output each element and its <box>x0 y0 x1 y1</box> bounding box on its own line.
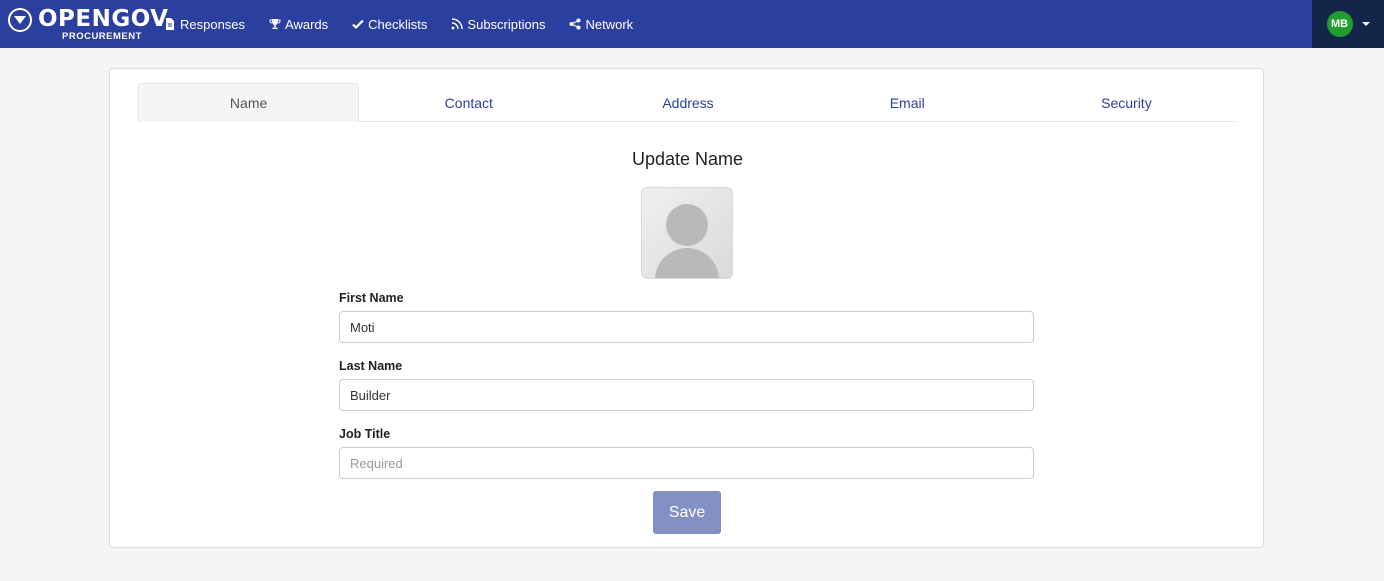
first-name-label: First Name <box>339 291 404 305</box>
nav-item-label: Subscriptions <box>467 16 546 32</box>
last-name-label: Last Name <box>339 359 403 373</box>
top-navbar: OPENGOV PROCUREMENT Responses Awards Che… <box>0 0 1384 48</box>
account-settings-panel: Name Contact Address Email Security Upda… <box>109 68 1264 548</box>
nav-item-label: Responses <box>180 16 246 32</box>
check-icon <box>352 18 364 30</box>
tab-name[interactable]: Name <box>138 83 360 122</box>
opengov-logo[interactable]: OPENGOV PROCUREMENT <box>6 6 168 42</box>
nav-item-label: Checklists <box>368 16 428 32</box>
avatar-placeholder-icon <box>666 204 708 246</box>
user-avatar: MB <box>1326 11 1353 37</box>
rss-icon <box>451 18 464 30</box>
logo-product: PROCUREMENT <box>62 31 142 42</box>
tab-contact[interactable]: Contact <box>359 83 578 122</box>
caret-down-icon <box>1361 22 1370 26</box>
nav-item-subscriptions[interactable]: Subscriptions <box>451 17 545 32</box>
file-icon <box>164 18 176 30</box>
nav-item-network[interactable]: Network <box>569 17 633 32</box>
settings-tabs: Name Contact Address Email Security <box>138 83 1236 122</box>
form-title: Update Name <box>631 149 744 169</box>
tab-address[interactable]: Address <box>578 83 797 122</box>
tab-security[interactable]: Security <box>1017 83 1236 122</box>
nav-item-awards[interactable]: Awards <box>269 17 328 32</box>
nav-item-responses[interactable]: Responses <box>164 17 245 32</box>
first-name-input[interactable] <box>339 311 1034 343</box>
main-nav: Responses Awards Checklists Subscription… <box>164 0 657 48</box>
nav-item-checklists[interactable]: Checklists <box>352 17 427 32</box>
profile-picture[interactable] <box>641 187 733 279</box>
logo-wordmark: OPENGOV <box>38 6 169 32</box>
job-title-label: Job Title <box>339 427 391 441</box>
logo-mark-icon <box>8 8 32 32</box>
job-title-input[interactable] <box>339 447 1034 479</box>
nav-item-label: Network <box>585 16 634 32</box>
share-icon <box>569 18 581 30</box>
tab-email[interactable]: Email <box>798 83 1017 122</box>
user-menu-toggle[interactable]: MB <box>1312 0 1384 48</box>
save-button[interactable]: Save <box>653 491 721 534</box>
last-name-input[interactable] <box>339 379 1034 411</box>
trophy-icon <box>269 18 281 30</box>
nav-item-label: Awards <box>285 16 329 32</box>
